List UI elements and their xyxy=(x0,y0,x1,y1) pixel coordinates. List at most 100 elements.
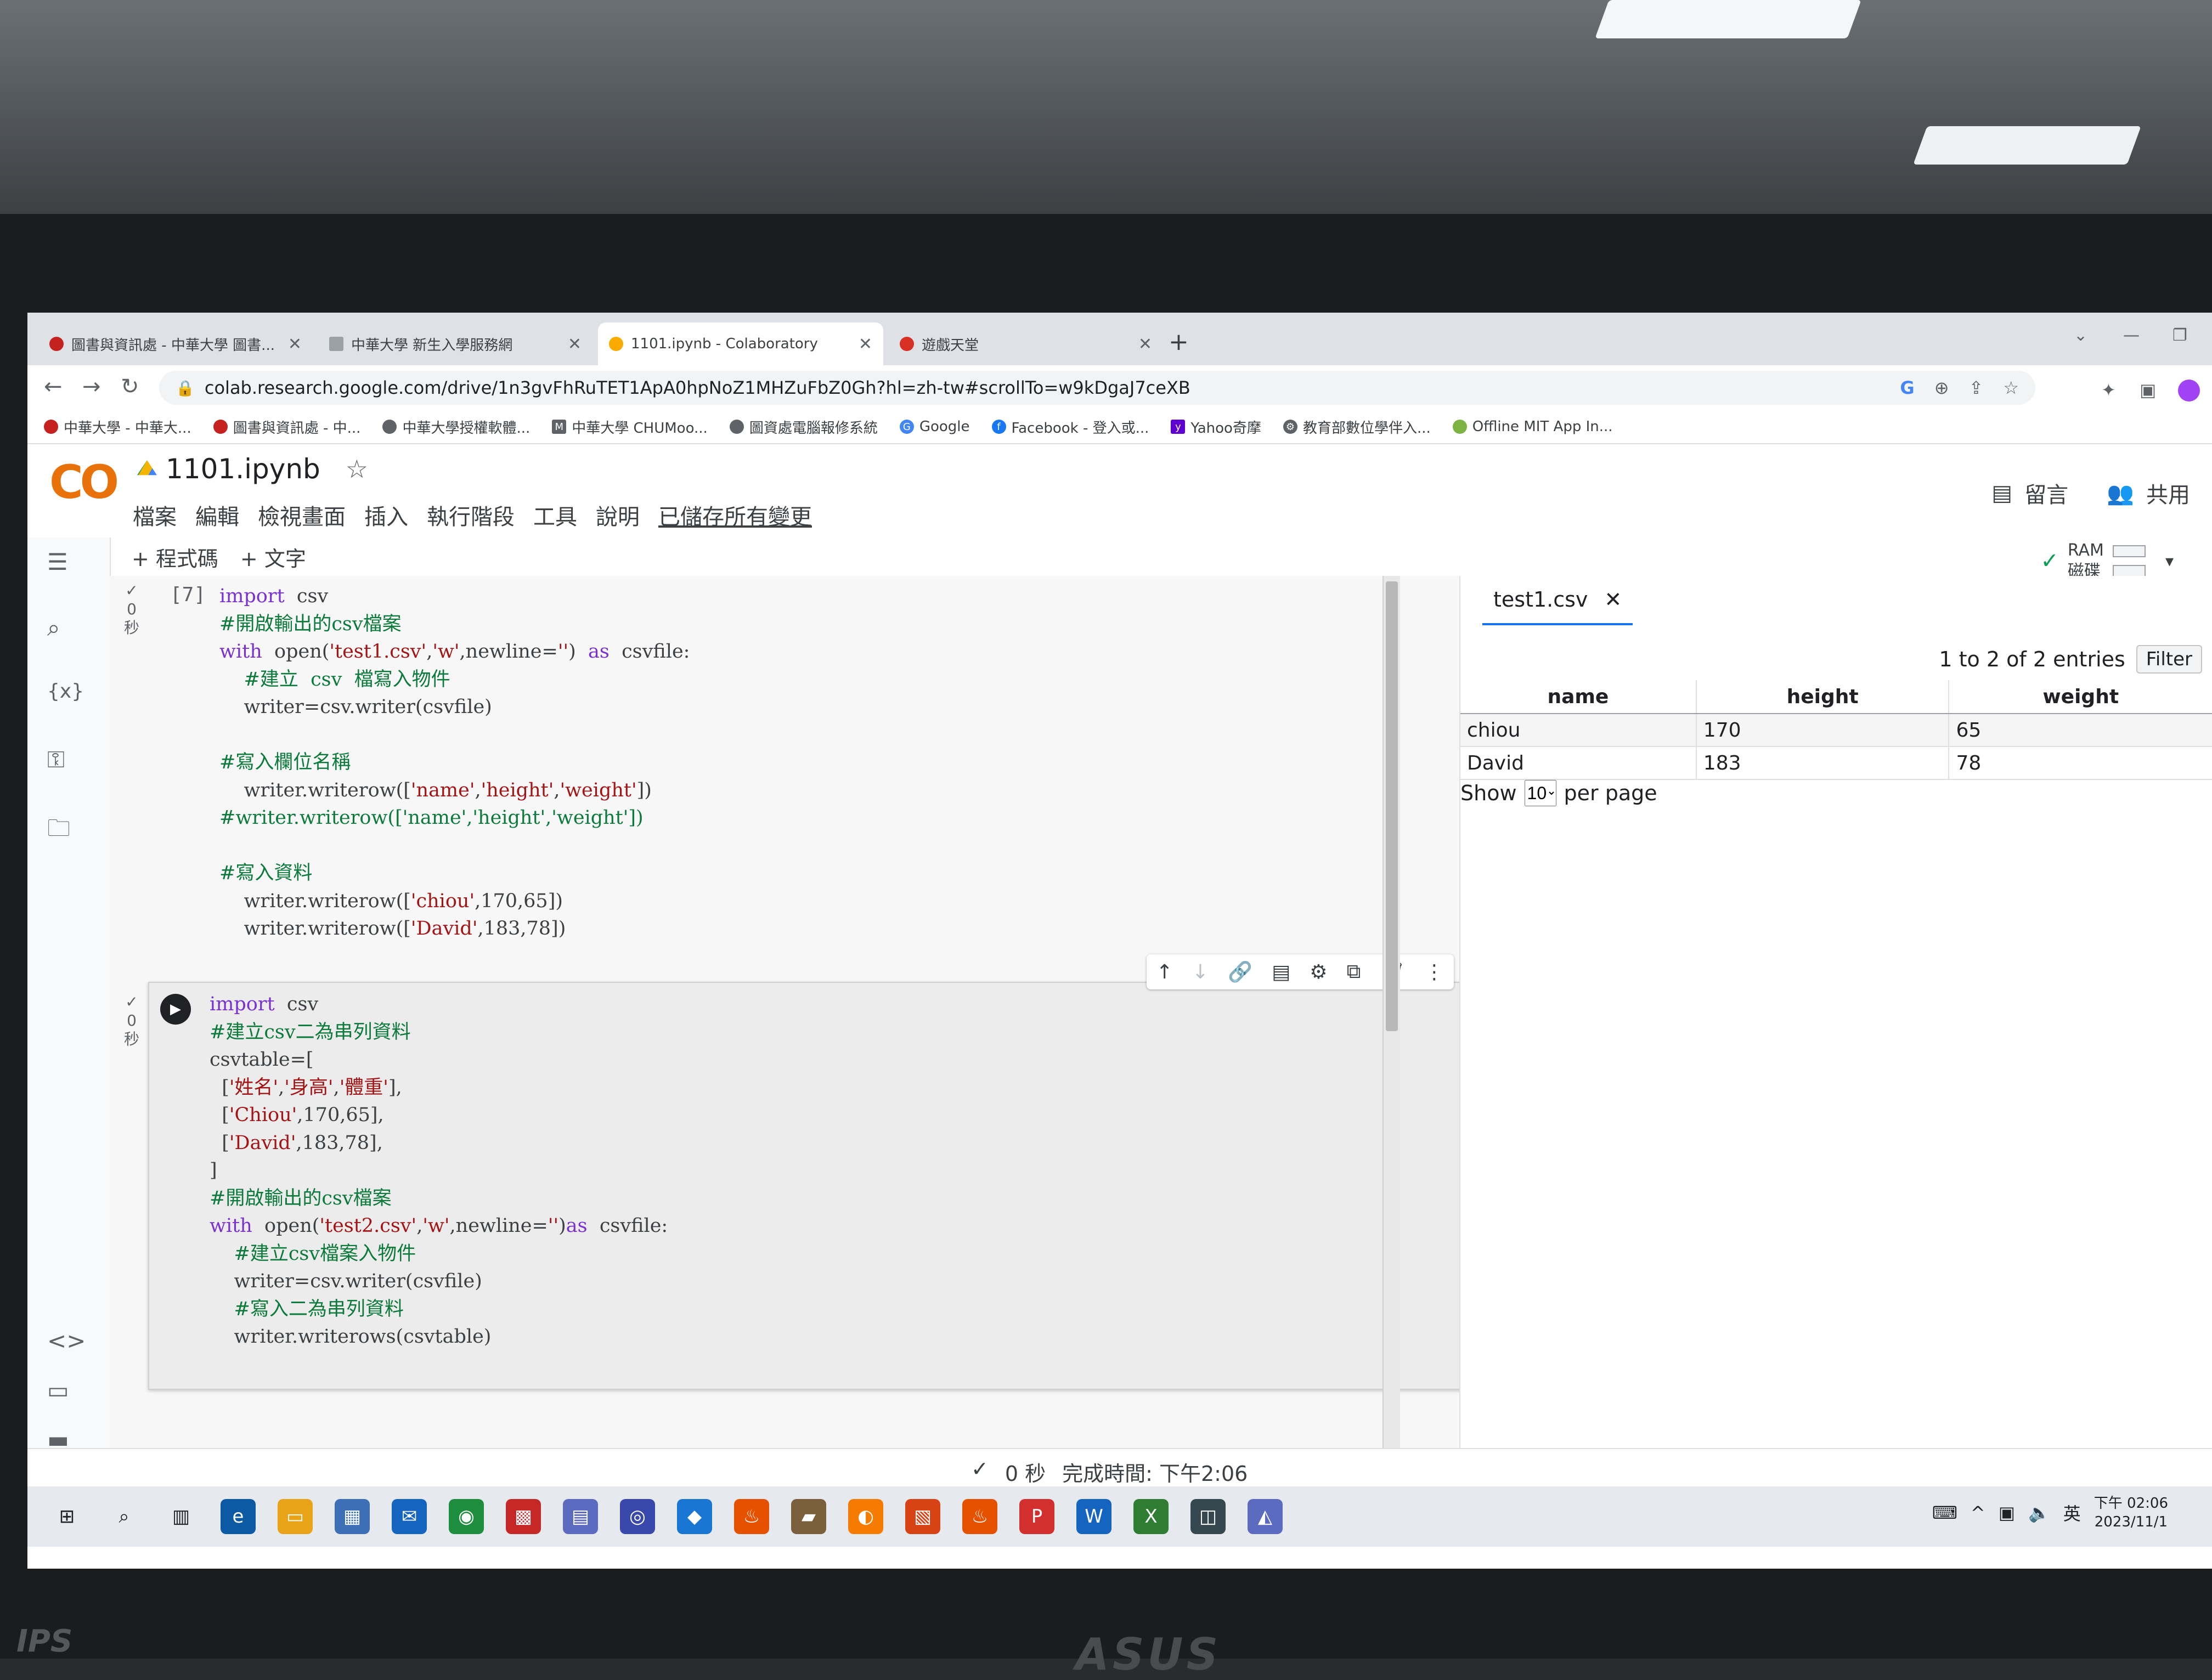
filter-button[interactable]: Filter xyxy=(2136,645,2202,674)
bookmark-item[interactable]: ⚙ 教育部數位學伴入... xyxy=(1283,417,1431,437)
browser-tab[interactable]: 遊戲天堂 ✕ xyxy=(889,323,1163,365)
menu-edit[interactable]: 編輯 xyxy=(195,499,239,531)
colab-logo[interactable]: CO xyxy=(49,455,119,509)
bookmark-item[interactable]: G Google xyxy=(899,418,970,435)
share-icon[interactable]: ⇪ xyxy=(1969,377,1984,398)
code-editor[interactable]: import csv #開啟輸出的csv檔案 with open('test1.cs… xyxy=(219,582,690,943)
app-icon[interactable]: ▰ xyxy=(791,1499,826,1534)
bookmark-star-icon[interactable]: ☆ xyxy=(2003,377,2019,398)
profile-avatar[interactable] xyxy=(2178,380,2200,401)
bookmark-item[interactable]: M 中華大學 CHUMoo... xyxy=(552,417,708,437)
menu-insert[interactable]: 插入 xyxy=(364,499,408,531)
move-down-icon[interactable]: ↓ xyxy=(1192,961,1209,983)
variables-icon[interactable]: {x} xyxy=(47,680,84,703)
side-panel-icon[interactable]: ▣ xyxy=(2140,380,2156,400)
menu-runtime[interactable]: 執行階段 xyxy=(427,499,515,531)
tab-search-icon[interactable]: ⌄ xyxy=(2074,326,2087,345)
link-icon[interactable]: 🔗 xyxy=(1228,960,1252,983)
ime-indicator[interactable]: 英 xyxy=(2063,1500,2081,1525)
add-text-button[interactable]: + 文字 xyxy=(240,542,306,572)
active-code-cell[interactable]: ▶ import csv #建立csv二為串列資料 csvtable=[ ['姓名'… xyxy=(148,982,1467,1390)
column-header[interactable]: height xyxy=(1696,680,1950,714)
reload-icon[interactable]: ↻ xyxy=(121,374,139,399)
mirror-cell-icon[interactable]: ⧉ xyxy=(1347,960,1361,983)
menu-file[interactable]: 檔案 xyxy=(133,499,177,531)
bookmark-item[interactable]: 圖資處電腦報修系統 xyxy=(729,417,878,437)
bookmark-item[interactable]: 中華大學授權軟體... xyxy=(382,417,530,437)
folder-icon[interactable]: 🗀 xyxy=(47,812,70,851)
app-icon[interactable]: ▧ xyxy=(905,1499,940,1534)
browser-tab-active[interactable]: 1101.ipynb - Colaboratory ✕ xyxy=(598,323,883,365)
java-icon[interactable]: ♨ xyxy=(734,1499,769,1534)
notebook-title[interactable]: 1101.ipynb ☆ xyxy=(137,453,368,485)
run-cell-button[interactable]: ▶ xyxy=(160,994,191,1025)
keyboard-icon[interactable]: ⌨ xyxy=(1932,1502,1957,1523)
app-icon[interactable]: ◫ xyxy=(1190,1499,1226,1534)
store-icon[interactable]: ▦ xyxy=(335,1499,370,1534)
close-icon[interactable]: ✕ xyxy=(859,335,872,354)
clock[interactable]: 下午 02:06 2023/11/1 xyxy=(2094,1494,2168,1531)
notebook-scrollbar[interactable] xyxy=(1383,576,1400,1448)
chevron-down-icon[interactable]: ▾ xyxy=(2165,552,2174,571)
add-code-button[interactable]: + 程式碼 xyxy=(132,542,218,572)
menu-view[interactable]: 檢視畫面 xyxy=(258,499,346,531)
browser-tab[interactable]: 中華大學 新生入學服務網 ✕ xyxy=(318,323,592,365)
chrome-icon[interactable]: ◉ xyxy=(449,1499,484,1534)
app-icon[interactable]: ◆ xyxy=(677,1499,712,1534)
table-of-contents-icon[interactable]: ☰ xyxy=(47,548,68,575)
bookmark-item[interactable]: 中華大學 - 中華大... xyxy=(44,417,191,437)
scroll-thumb[interactable] xyxy=(1386,581,1398,1031)
mail-icon[interactable]: ✉ xyxy=(392,1499,427,1534)
search-icon[interactable]: ⌕ xyxy=(106,1499,142,1534)
command-palette-icon[interactable]: ▭ xyxy=(47,1377,69,1404)
url-field[interactable]: 🔒 colab.research.google.com/drive/1n3gvF… xyxy=(159,371,2035,405)
minimize-icon[interactable]: — xyxy=(2123,326,2140,345)
more-icon[interactable]: ⋮ xyxy=(1424,961,1444,983)
bookmark-item[interactable]: 圖書與資訊處 - 中... xyxy=(213,417,360,437)
settings-icon[interactable]: ⚙ xyxy=(1310,961,1327,983)
app-icon[interactable]: ▩ xyxy=(506,1499,541,1534)
close-icon[interactable]: ✕ xyxy=(1604,587,1622,612)
task-view-icon[interactable]: ▥ xyxy=(163,1499,199,1534)
saved-status[interactable]: 已儲存所有變更 xyxy=(658,499,812,531)
comment-icon[interactable]: ▤ xyxy=(1272,961,1290,983)
volume-icon[interactable]: 🔈 xyxy=(2028,1502,2050,1523)
app-icon[interactable]: ◭ xyxy=(1248,1499,1283,1534)
browser-tab[interactable]: 圖書與資訊處 - 中華大學 圖書... ✕ xyxy=(38,323,313,365)
bookmark-item[interactable]: Offline MIT App In... xyxy=(1452,418,1613,435)
file-explorer-icon[interactable]: ▭ xyxy=(278,1499,313,1534)
column-header[interactable]: weight xyxy=(1949,680,2212,714)
bookmark-item[interactable]: f Facebook - 登入或... xyxy=(991,417,1149,437)
firefox-icon[interactable]: ◐ xyxy=(848,1499,883,1534)
column-header[interactable]: name xyxy=(1460,680,1697,714)
star-icon[interactable]: ☆ xyxy=(346,454,368,484)
file-tab[interactable]: test1.csv ✕ xyxy=(1482,576,1633,625)
network-icon[interactable]: ▣ xyxy=(1999,1502,2015,1523)
code-cell[interactable]: ✓ 0 秒 [7] import csv #開啟輸出的csv檔案 with open… xyxy=(121,576,1437,960)
forward-icon[interactable]: → xyxy=(82,374,101,399)
move-up-icon[interactable]: ↑ xyxy=(1156,961,1173,983)
page-size-select[interactable]: 10 xyxy=(1524,780,1556,806)
excel-icon[interactable]: X xyxy=(1133,1499,1169,1534)
edge-icon[interactable]: e xyxy=(221,1499,256,1534)
close-icon[interactable]: ✕ xyxy=(568,335,582,354)
powerpoint-icon[interactable]: P xyxy=(1019,1499,1054,1534)
share-button[interactable]: 👥 共用 xyxy=(2107,477,2190,509)
menu-help[interactable]: 說明 xyxy=(596,499,640,531)
windows-start-icon[interactable]: ⊞ xyxy=(49,1499,84,1534)
new-tab-button[interactable]: + xyxy=(1169,328,1189,356)
close-icon[interactable]: ✕ xyxy=(288,335,302,354)
java-icon[interactable]: ♨ xyxy=(962,1499,997,1534)
resource-indicator[interactable]: ✓ RAM 磁碟 ▾ xyxy=(2040,541,2174,581)
restore-icon[interactable]: ❐ xyxy=(2172,326,2187,345)
code-snippets-icon[interactable]: <> xyxy=(47,1327,86,1354)
word-icon[interactable]: W xyxy=(1076,1499,1111,1534)
key-icon[interactable]: ⚿ xyxy=(47,746,65,773)
cd-icon[interactable]: ◎ xyxy=(620,1499,655,1534)
close-icon[interactable]: ✕ xyxy=(1138,335,1152,354)
comment-button[interactable]: ▤ 留言 xyxy=(1991,477,2068,509)
code-editor[interactable]: import csv #建立csv二為串列資料 csvtable=[ ['姓名','… xyxy=(210,991,668,1351)
chevron-up-icon[interactable]: ^ xyxy=(1971,1502,1985,1523)
bookmark-item[interactable]: y Yahoo奇摩 xyxy=(1171,417,1261,437)
extensions-icon[interactable]: ✦ xyxy=(2101,380,2116,400)
